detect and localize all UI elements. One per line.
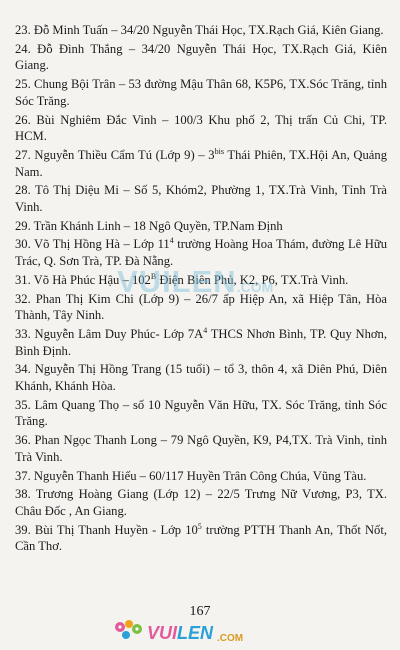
list-item: 24. Đỗ Đình Thắng – 34/20 Nguyễn Thái Họ… [15,41,387,73]
list-item: 28. Tô Thị Diệu Mi – Số 5, Khóm2, Phường… [15,183,387,215]
list-item: 23. Đỗ Minh Tuấn – 34/20 Nguyễn Thái Học… [15,23,384,37]
watermark: VUILEN.COM [117,264,274,299]
list-item: 37. Nguyễn Thanh Hiếu – 60/117 Huyền Trâ… [15,468,367,483]
list-item: 34. Nguyễn Thị Hồng Trang (15 tuổi) – tổ… [15,362,387,394]
list-item: 35. Lâm Quang Thọ – số 10 Nguyễn Văn Hữu… [15,397,387,429]
list-item: 38. Trương Hoàng Giang (Lớp 12) – 22/5 T… [15,487,387,518]
list-item: 29. Trần Khánh Linh – 18 Ngô Quyền, TP.N… [15,218,283,233]
page-number: 167 [189,604,211,619]
list-item: 36. Phan Ngọc Thanh Long – 79 Ngô Quyền,… [15,433,387,464]
list-item: 33. Nguyễn Lâm Duy Phúc- Lớp 7A4 THCS Nh… [15,325,387,358]
list-item: 39. Bùi Thị Thanh Huyền - Lớp 105 trường… [15,521,387,554]
footer-logo: VUI LEN .COM [147,623,244,644]
list-item: 26. Bùi Nghiêm Đắc Vinh – 100/3 Khu phố … [15,112,387,144]
list-item: 27. Nguyễn Thiều Cẩm Tú (Lớp 9) – 3bis T… [15,146,387,179]
list-item: 25. Chung Bội Trân – 53 đường Mậu Thân 6… [15,77,387,108]
flower-logo-icon [115,620,142,639]
